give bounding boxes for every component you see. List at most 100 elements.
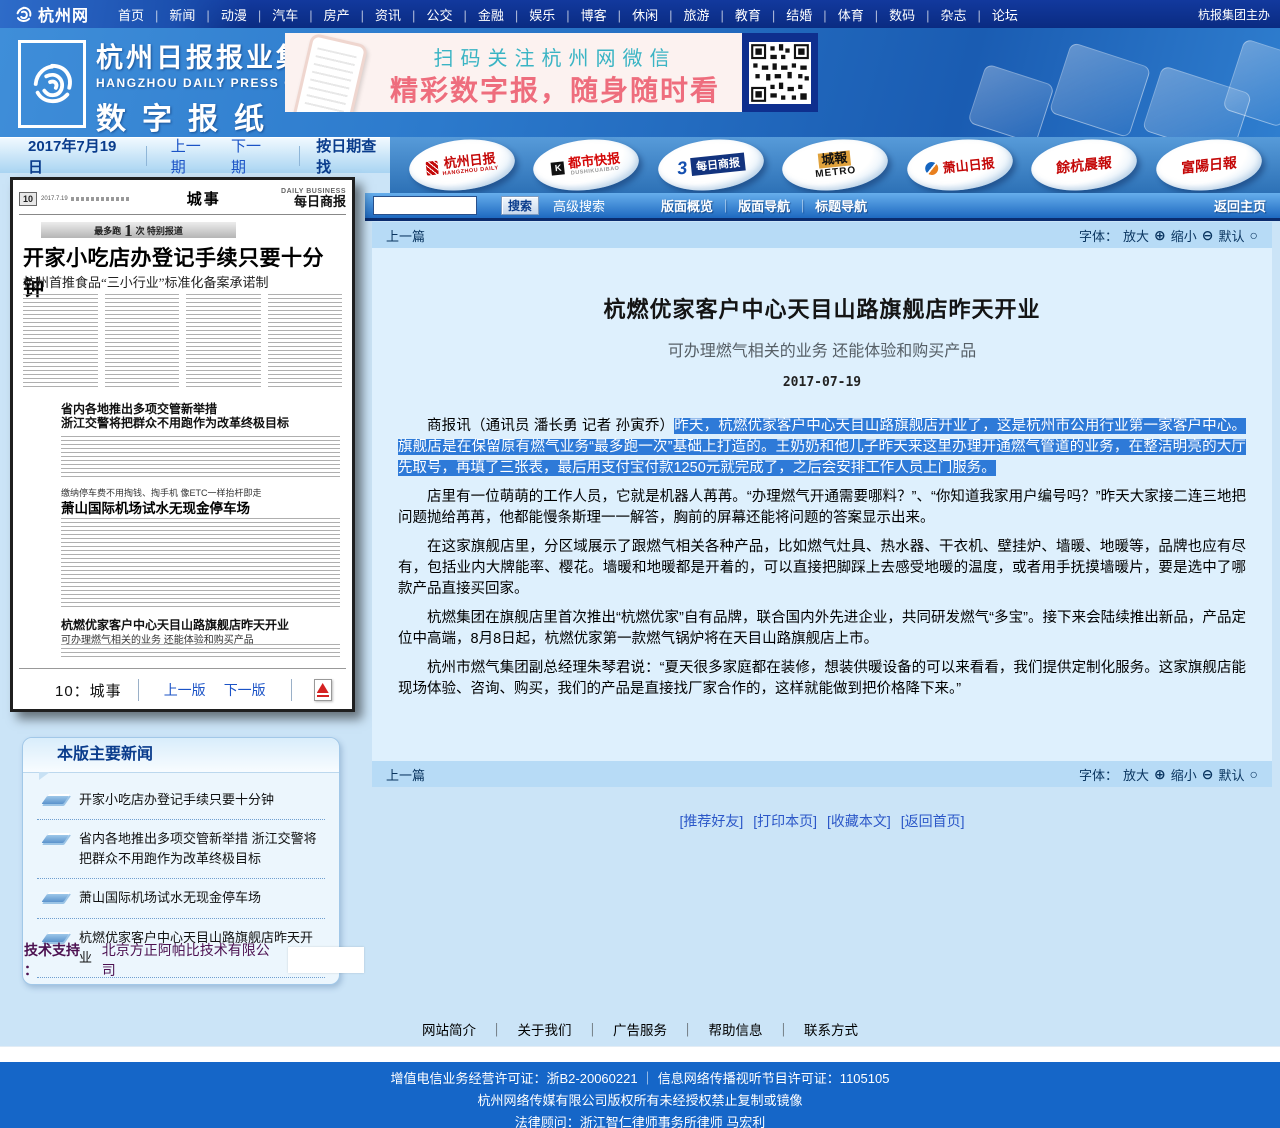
topnav-item-magazine[interactable]: 杂志 — [941, 5, 981, 24]
simulated-text-columns — [23, 294, 342, 390]
banner-line2: 精彩数字报，随身随时看 — [373, 69, 737, 109]
site-logo-text: 杭州网 — [38, 2, 89, 26]
badge-text: 最多跑 — [94, 224, 121, 237]
font-zoom-out[interactable]: 缩小 — [1171, 226, 1197, 245]
favorite-link[interactable]: [收藏本文] — [827, 811, 891, 831]
next-issue-link[interactable]: 下一期 — [231, 135, 275, 177]
paper-logo-yuhang-chenbao[interactable]: 餘杭晨報 — [1029, 135, 1140, 196]
back-to-home-link[interactable]: [返回首页] — [901, 811, 965, 831]
font-label: 字体： — [1079, 226, 1118, 245]
preview-footer: 10：城事 上一版 下一版 — [13, 674, 352, 706]
site-header: 杭州日报报业集团 HANGZHOU DAILY PRESS GROUP 数字报纸… — [0, 28, 1280, 137]
divider — [299, 146, 300, 166]
contact-link[interactable]: 联系方式 — [804, 1019, 858, 1039]
news-list-item[interactable]: 萧山国际机场试水无现金停车场 — [37, 879, 325, 918]
page-nav-link[interactable]: 版面导航 — [738, 196, 815, 215]
topnav-item-ent[interactable]: 娱乐 — [529, 5, 569, 24]
topnav-item-blog[interactable]: 博客 — [581, 5, 621, 24]
back-home-link[interactable]: 返回主页 — [1214, 196, 1266, 215]
swirl-icon — [14, 5, 33, 24]
font-zoom-in[interactable]: 放大 — [1123, 765, 1149, 784]
font-zoom-in[interactable]: 放大 — [1123, 226, 1149, 245]
paper-logo-hangzhou-daily[interactable]: 杭州日报 HANGZHOU DAILY — [406, 135, 517, 196]
simulated-text — [71, 197, 129, 201]
paragraph-3: 在这家旗舰店里，分区域展示了跟燃气相关各种产品，比如燃气灶具、热水器、干衣机、壁… — [398, 537, 1246, 600]
next-page-link[interactable]: 下一版 — [224, 680, 266, 700]
topnav-item-wedding[interactable]: 结婚 — [786, 5, 826, 24]
topnav-item-sports[interactable]: 体育 — [838, 5, 878, 24]
recommend-link[interactable]: [推荐好友] — [679, 811, 743, 831]
topnav-item-auto[interactable]: 汽车 — [272, 5, 312, 24]
help-info-link[interactable]: 帮助信息 — [709, 1019, 805, 1039]
topnav-item-leisure[interactable]: 休闲 — [632, 5, 672, 24]
paragraph-4: 杭燃集团在旗舰店里首次推出“杭燃优家”自有品牌，联合国内外先进企业，共同研发燃气… — [398, 608, 1246, 650]
font-reset-icon[interactable]: ○ — [1250, 228, 1258, 242]
advanced-search-link[interactable]: 高级搜索 — [553, 196, 605, 215]
news-item-icon — [41, 794, 70, 804]
tech-logo-placeholder — [288, 947, 364, 973]
font-reset-icon[interactable]: ○ — [1250, 767, 1258, 781]
simulated-text — [61, 644, 340, 658]
page-overview-link[interactable]: 版面概览 — [661, 196, 738, 215]
ad-service-link[interactable]: 广告服务 — [613, 1019, 709, 1039]
paper-logo-dushi-kuaibao[interactable]: K 都市快报 DUSHIKUAIBAO — [531, 135, 642, 196]
paragraph-1: 商报讯（通讯员 潘长勇 记者 孙寅乔）昨天，杭燃优家客户中心天目山路旗舰店开业了… — [398, 416, 1246, 479]
zoom-in-icon[interactable]: ⊕ — [1154, 228, 1166, 242]
news-item-label: 萧山国际机场试水无现金停车场 — [79, 890, 261, 905]
prev-page-link[interactable]: 上一版 — [164, 680, 206, 700]
prev-article-link[interactable]: 上一篇 — [386, 765, 425, 784]
simulated-text — [61, 436, 340, 480]
topnav-item-news[interactable]: 新闻 — [169, 5, 209, 24]
prev-issue-link[interactable]: 上一期 — [171, 135, 215, 177]
wechat-banner[interactable]: 扫码关注杭州网微信 精彩数字报，随身随时看 — [285, 33, 818, 112]
search-input[interactable] — [373, 196, 477, 215]
topnav-item-house[interactable]: 房产 — [324, 5, 364, 24]
about-us-link[interactable]: 关于我们 — [518, 1019, 614, 1039]
topnav-item-info[interactable]: 资讯 — [375, 5, 415, 24]
paper-logo-xiaoshan-daily[interactable]: 萧山日报 — [904, 135, 1015, 196]
sponsor-label: 杭报集团主办 — [1198, 0, 1270, 28]
title-nav-link[interactable]: 标题导航 — [815, 196, 867, 215]
paper-logo-chengbao-metro[interactable]: 城報 METRO — [780, 135, 891, 196]
pdf-icon[interactable] — [314, 679, 332, 701]
paper-title-cn: 每日商报 — [281, 195, 346, 209]
topnav-item-forum[interactable]: 论坛 — [992, 5, 1018, 24]
badge-number: 1 — [124, 222, 133, 239]
section-title: 城事 — [187, 188, 221, 209]
zoom-out-icon[interactable]: ⊖ — [1202, 228, 1214, 242]
divider — [291, 679, 292, 701]
font-controls: 字体： 放大 ⊕ 缩小 ⊖ 默认 ○ — [1079, 226, 1258, 245]
article-subtitle: 可办理燃气相关的业务 还能体验和购买产品 — [398, 337, 1246, 361]
news-list-item[interactable]: 省内各地推出多项交管新举措 浙江交警将把群众不用跑作为改革终极目标 — [37, 820, 325, 879]
page-label: 10：城事 — [55, 680, 122, 701]
about-site-link[interactable]: 网站简介 — [422, 1019, 518, 1039]
preview-headline-2b: 浙江交警将把群众不用跑作为改革终极目标 — [61, 414, 289, 431]
paper-logo-meiri-shangbao[interactable]: 3 每日商报 — [655, 135, 766, 196]
print-link[interactable]: [打印本页] — [753, 811, 817, 831]
article-text: 商报讯（通讯员 潘长勇 记者 孙寅乔）昨天，杭燃优家客户中心天目山路旗舰店开业了… — [398, 416, 1246, 700]
font-reset[interactable]: 默认 — [1219, 765, 1245, 784]
topnav-item-home[interactable]: 首页 — [118, 5, 158, 24]
topnav-item-finance[interactable]: 金融 — [478, 5, 518, 24]
zoom-out-icon[interactable]: ⊖ — [1202, 767, 1214, 781]
news-list-item[interactable]: 开家小吃店办登记手续只要十分钟 — [37, 781, 325, 820]
search-by-date-link[interactable]: 按日期查找 — [316, 135, 390, 177]
news-item-label: 开家小吃店办登记手续只要十分钟 — [79, 792, 274, 807]
hangzhou-net-logo[interactable]: 杭州网 — [14, 2, 89, 26]
prev-article-link[interactable]: 上一篇 — [386, 226, 425, 245]
paper-name: 富陽日報 — [1181, 152, 1237, 178]
topnav-item-anime[interactable]: 动漫 — [221, 5, 261, 24]
topnav-item-digital[interactable]: 数码 — [889, 5, 929, 24]
topnav-item-travel[interactable]: 旅游 — [683, 5, 723, 24]
page-date: 2017.7.19 — [41, 196, 68, 202]
search-button[interactable]: 搜索 — [501, 196, 539, 215]
zoom-in-icon[interactable]: ⊕ — [1154, 767, 1166, 781]
news-item-icon — [41, 833, 70, 843]
preview-headline-3: 萧山国际机场试水无现金停车场 — [61, 497, 250, 517]
topnav-item-transit[interactable]: 公交 — [426, 5, 466, 24]
font-reset[interactable]: 默认 — [1219, 226, 1245, 245]
topnav-item-edu[interactable]: 教育 — [735, 5, 775, 24]
phone-illustration — [292, 33, 369, 112]
font-zoom-out[interactable]: 缩小 — [1171, 765, 1197, 784]
paper-logo-fuyang-daily[interactable]: 富陽日報 — [1153, 135, 1264, 196]
